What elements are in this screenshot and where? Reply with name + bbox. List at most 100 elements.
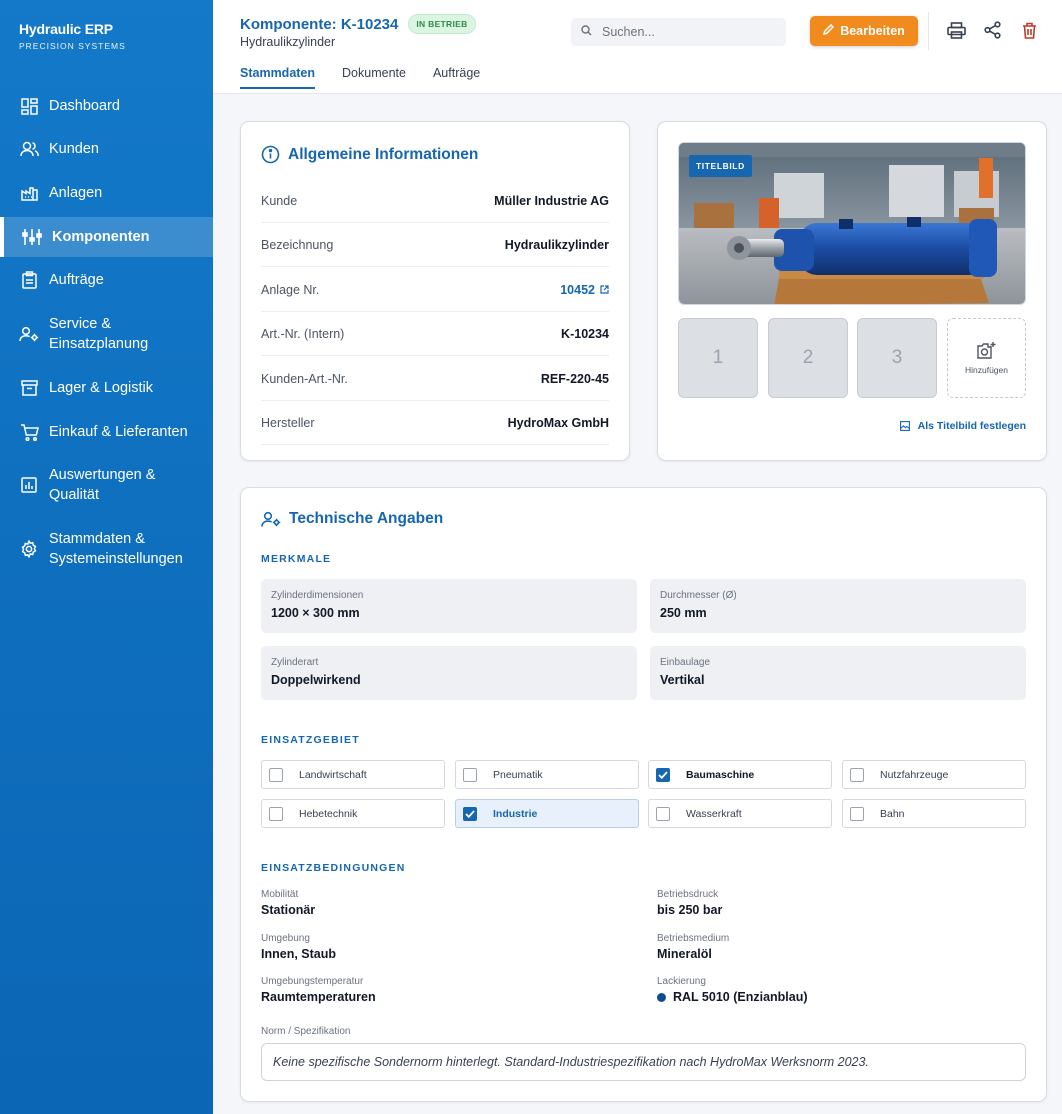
tab-auftraege[interactable]: Aufträge — [433, 66, 480, 89]
checkbox-box[interactable] — [269, 767, 283, 782]
checkbox-box[interactable] — [656, 767, 670, 782]
condition-key: Umgebung — [261, 933, 310, 944]
status-badge: IN BETRIEB — [408, 14, 476, 34]
sidebar-item-label: Einkauf & Lieferanten — [49, 424, 188, 440]
sidebar-item-auftraege[interactable]: Aufträge — [0, 270, 213, 290]
chart-icon — [19, 475, 39, 495]
feature-key: Durchmesser (Ø) — [660, 590, 737, 601]
norm-textbox[interactable]: Keine spezifische Sondernorm hinterlegt.… — [261, 1043, 1026, 1081]
checkbox-wasserkraft[interactable]: Wasserkraft — [648, 799, 832, 828]
info-key: Anlage Nr. — [261, 282, 320, 297]
sidebar-item-anlagen[interactable]: Anlagen — [0, 183, 213, 203]
checkbox-bahn[interactable]: Bahn — [842, 799, 1026, 828]
feature-value: 1200 × 300 mm — [271, 606, 360, 620]
condition-value: bis 250 bar — [657, 903, 723, 917]
feature-dimensions: Zylinderdimensionen 1200 × 300 mm — [261, 579, 637, 633]
print-icon[interactable] — [945, 19, 967, 41]
condition-environment: Umgebung Innen, Staub — [261, 933, 336, 961]
sidebar-item-label: Auswertungen & Qualität — [49, 467, 156, 503]
general-info-card: Allgemeine Informationen Kunde Müller In… — [240, 121, 630, 461]
tech-title: Technische Angaben — [261, 510, 443, 528]
info-value: K-10234 — [561, 326, 609, 341]
condition-key: Betriebsmedium — [657, 933, 730, 944]
service-icon — [19, 324, 39, 344]
main-image[interactable]: TITELBILD — [678, 142, 1026, 305]
page-header: Komponente: K-10234 IN BETRIEB Hydraulik… — [213, 0, 1062, 94]
sidebar: Hydraulic ERP PRECISION SYSTEMS Dashboar… — [0, 0, 213, 1114]
delete-icon[interactable] — [1018, 19, 1040, 41]
image-icon — [899, 421, 910, 431]
info-row-bezeichnung: Bezeichnung Hydraulikzylinder — [261, 223, 609, 267]
condition-key: Lackierung — [657, 976, 706, 987]
sidebar-item-service[interactable]: Service & Einsatzplanung — [0, 314, 213, 354]
tab-stammdaten[interactable]: Stammdaten — [240, 66, 316, 89]
search-input[interactable] — [602, 25, 772, 39]
checkbox-box[interactable] — [463, 767, 477, 782]
archive-icon — [19, 378, 39, 398]
page-title: Komponente: K-10234 IN BETRIEB — [240, 14, 476, 34]
condition-paint: Lackierung RAL 5010 (Enzianblau) — [657, 976, 808, 1004]
sidebar-item-lager[interactable]: Lager & Logistik — [0, 378, 213, 398]
checkbox-label: Bahn — [880, 807, 905, 820]
info-key: Art.-Nr. (Intern) — [261, 326, 345, 341]
checkbox-nutzfahrzeuge[interactable]: Nutzfahrzeuge — [842, 760, 1026, 789]
feature-mounting: Einbaulage Vertikal — [650, 646, 1026, 700]
sidebar-item-label: Lager & Logistik — [49, 380, 153, 396]
checkbox-landwirtschaft[interactable]: Landwirtschaft — [261, 760, 445, 789]
checkbox-box[interactable] — [850, 806, 864, 821]
anlage-link[interactable]: 10452 — [560, 283, 609, 297]
info-row-hersteller: Hersteller HydroMax GmbH — [261, 401, 609, 445]
checkbox-hebetechnik[interactable]: Hebetechnik — [261, 799, 445, 828]
sidebar-item-auswertungen[interactable]: Auswertungen & Qualität — [0, 465, 213, 505]
edit-button[interactable]: Bearbeiten — [810, 16, 918, 46]
brand[interactable]: Hydraulic ERP PRECISION SYSTEMS — [19, 21, 126, 51]
thumbnail-2[interactable]: 2 — [768, 318, 848, 398]
sidebar-item-einkauf[interactable]: Einkauf & Lieferanten — [0, 422, 213, 442]
set-cover-button[interactable]: Als Titelbild festlegen — [899, 420, 1026, 432]
feature-key: Einbaulage — [660, 657, 711, 668]
card-title-label: Technische Angaben — [289, 510, 444, 527]
external-link-icon — [600, 285, 609, 294]
add-image-button[interactable]: Hinzufügen — [947, 318, 1026, 398]
checkbox-box[interactable] — [656, 806, 670, 821]
sidebar-item-dashboard[interactable]: Dashboard — [0, 96, 213, 116]
info-value: REF-220-45 — [540, 371, 609, 386]
camera-plus-icon — [976, 341, 997, 359]
info-value: 10452 — [560, 282, 595, 297]
sidebar-item-kunden[interactable]: Kunden — [0, 139, 213, 159]
thumbnail-1[interactable]: 1 — [678, 318, 758, 398]
condition-value: Innen, Staub — [261, 947, 336, 961]
share-icon[interactable] — [981, 19, 1003, 41]
usage-heading: EINSATZGEBIET — [261, 734, 360, 746]
checkbox-box[interactable] — [269, 806, 283, 821]
sidebar-item-label: Stammdaten & Systemeinstellungen — [49, 531, 183, 567]
search-box[interactable] — [571, 18, 786, 46]
checkbox-baumaschine[interactable]: Baumaschine — [648, 760, 832, 789]
checkbox-industrie[interactable]: Industrie — [455, 799, 639, 828]
checkbox-box[interactable] — [850, 767, 864, 782]
thumbnail-3[interactable]: 3 — [857, 318, 937, 398]
condition-value: Mineralöl — [657, 947, 712, 961]
checkbox-pneumatik[interactable]: Pneumatik — [455, 760, 639, 789]
checkbox-box[interactable] — [463, 806, 477, 821]
info-key: Hersteller — [261, 415, 315, 430]
sidebar-item-label: Anlagen — [49, 185, 103, 201]
conditions-heading: EINSATZBEDINGUNGEN — [261, 862, 406, 874]
factory-icon — [19, 183, 39, 203]
checkbox-label: Wasserkraft — [686, 807, 742, 820]
sidebar-item-stammdaten[interactable]: Stammdaten & Systemeinstellungen — [0, 529, 213, 569]
info-key: Kunde — [261, 193, 298, 208]
color-swatch — [657, 992, 666, 1002]
pencil-icon — [823, 23, 835, 38]
checkbox-label: Nutzfahrzeuge — [880, 768, 949, 781]
feature-diameter: Durchmesser (Ø) 250 mm — [650, 579, 1026, 633]
info-row-kunden-artnr: Kunden-Art.-Nr. REF-220-45 — [261, 357, 609, 401]
cover-badge: TITELBILD — [689, 155, 752, 177]
tab-dokumente[interactable]: Dokumente — [342, 66, 406, 89]
condition-temperature: Umgebungstemperatur Raumtemperaturen — [261, 976, 376, 1004]
norm-label: Norm / Spezifikation — [261, 1026, 351, 1037]
info-row-anlage: Anlage Nr. 10452 — [261, 268, 609, 312]
sidebar-item-komponenten[interactable]: Komponenten — [0, 217, 213, 257]
condition-key: Mobilität — [261, 889, 299, 900]
sidebar-item-label: Dashboard — [49, 98, 120, 114]
